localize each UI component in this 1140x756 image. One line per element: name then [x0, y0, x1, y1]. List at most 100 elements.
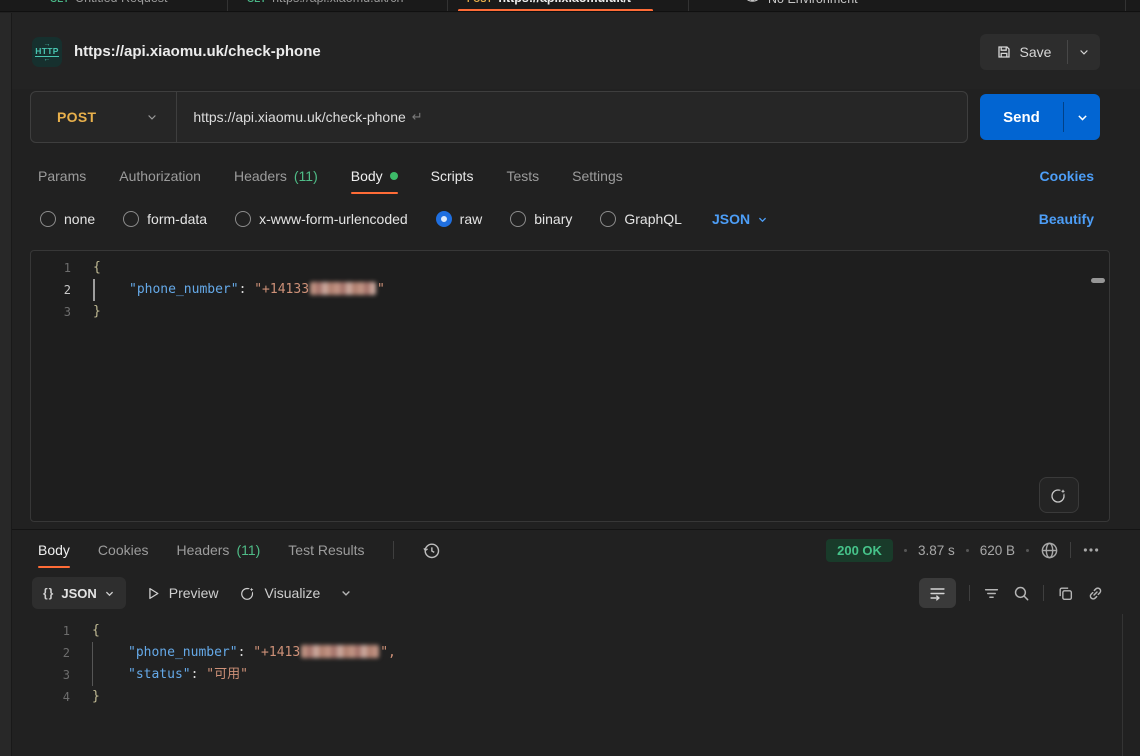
save-icon	[996, 44, 1012, 60]
send-options-button[interactable]	[1064, 94, 1100, 140]
response-meta: 200 OK 3.87 s 620 B	[826, 532, 1100, 568]
tab-tests[interactable]: Tests	[506, 158, 539, 194]
tab-settings[interactable]: Settings	[572, 158, 623, 194]
radio-label: x-www-form-urlencoded	[259, 211, 408, 227]
request-tab-untitled[interactable]: GETUntitled Request	[40, 0, 227, 12]
line-number: 2	[31, 279, 71, 301]
link-icon[interactable]	[1087, 585, 1104, 602]
beautify-link[interactable]: Beautify	[1039, 204, 1094, 234]
code-line: 3 "status": "可用"	[30, 664, 1110, 686]
more-formats-chevron-icon[interactable]	[340, 587, 352, 599]
redacted-phone-number	[310, 282, 376, 295]
response-tab-cookies[interactable]: Cookies	[98, 532, 149, 568]
request-tab-2[interactable]: GEThttps://api.xiaomu.uk/ch	[237, 0, 447, 12]
status-badge[interactable]: 200 OK	[826, 539, 893, 562]
tab-authorization[interactable]: Authorization	[119, 158, 201, 194]
save-button[interactable]: Save	[980, 34, 1067, 70]
code-line: 3 }	[31, 301, 1109, 323]
environment-selector[interactable]: No Environment	[690, 0, 1125, 12]
method-badge-get: GET	[247, 0, 266, 4]
radio-graphql[interactable]: GraphQL	[600, 211, 682, 227]
send-button[interactable]: Send	[980, 94, 1063, 140]
response-options-button[interactable]	[1082, 541, 1100, 559]
modified-dot	[390, 172, 398, 180]
radio-circle	[123, 211, 139, 227]
tab-label: Test Results	[288, 542, 364, 558]
active-tab-underline	[351, 192, 398, 195]
tab-headers[interactable]: Headers (11)	[234, 158, 318, 194]
line-number: 1	[30, 620, 70, 642]
request-body-editor[interactable]: 1 { 2 "phone_number": "+14133" 3 }	[30, 250, 1110, 522]
response-body-viewer[interactable]: 1 { 2 "phone_number": "+1413", 3 "status…	[30, 618, 1110, 708]
headers-count: (11)	[236, 542, 260, 558]
request-tabs: Params Authorization Headers (11) Body S…	[38, 158, 623, 194]
response-tab-headers[interactable]: Headers (11)	[177, 532, 261, 568]
http-request-icon: → HTTP ←	[32, 37, 62, 67]
token-string: "可用"	[206, 667, 248, 682]
token-key: "phone_number"	[129, 282, 239, 297]
return-glyph: ↵	[412, 109, 423, 125]
response-tools-right	[919, 577, 1104, 609]
tab-body[interactable]: Body	[351, 158, 398, 194]
tab-label: Untitled Request	[75, 0, 167, 5]
divider	[393, 541, 394, 559]
token-punct: :	[239, 282, 255, 297]
tab-scripts[interactable]: Scripts	[431, 158, 474, 194]
visualize-button[interactable]: Visualize	[239, 584, 321, 602]
response-toolbar: {} JSON Preview Visualize	[32, 577, 352, 609]
method-selector-caret[interactable]	[146, 111, 158, 123]
search-icon[interactable]	[1013, 585, 1030, 602]
radio-raw[interactable]: raw	[436, 211, 483, 227]
tab-params[interactable]: Params	[38, 158, 86, 194]
postbot-button[interactable]	[1039, 477, 1079, 513]
editor-scrollbar[interactable]	[1091, 278, 1105, 283]
send-button-group: Send	[980, 94, 1100, 140]
preview-label: Preview	[169, 585, 219, 601]
tab-label: Headers	[177, 542, 230, 558]
token-string: "+14133	[254, 282, 309, 297]
raw-language-select[interactable]: JSON	[712, 211, 768, 227]
visualize-label: Visualize	[265, 585, 321, 601]
token-key: "phone_number"	[128, 645, 238, 660]
response-history-button[interactable]	[422, 541, 441, 560]
cookies-link[interactable]: Cookies	[1040, 158, 1094, 194]
curly-braces-icon: {}	[43, 586, 54, 600]
language-label: JSON	[712, 211, 750, 227]
network-info-button[interactable]	[1040, 541, 1059, 560]
wrap-lines-button[interactable]	[919, 578, 956, 608]
left-rail	[0, 13, 12, 756]
radio-circle	[600, 211, 616, 227]
response-size[interactable]: 620 B	[980, 543, 1015, 558]
url-input[interactable]: https://api.xiaomu.uk/check-phone	[193, 109, 405, 125]
tab-label: Settings	[572, 168, 623, 184]
copy-icon[interactable]	[1057, 585, 1074, 602]
save-options-button[interactable]	[1068, 34, 1100, 70]
code-line: 1 {	[30, 620, 1110, 642]
radio-circle	[510, 211, 526, 227]
code-line: 1 {	[31, 257, 1109, 279]
response-tab-test-results[interactable]: Test Results	[288, 532, 364, 568]
radio-label: raw	[460, 211, 483, 227]
tab-label: Cookies	[98, 542, 149, 558]
radio-label: binary	[534, 211, 572, 227]
arrow-left-icon: ←	[44, 57, 51, 62]
method-selector[interactable]: POST	[31, 109, 96, 125]
section-divider	[12, 529, 1140, 530]
radio-x-www-form-urlencoded[interactable]: x-www-form-urlencoded	[235, 211, 408, 227]
divider	[969, 585, 970, 601]
response-time[interactable]: 3.87 s	[918, 543, 955, 558]
filter-icon[interactable]	[983, 585, 1000, 602]
environment-label: No Environment	[768, 0, 858, 6]
response-tab-body[interactable]: Body	[38, 532, 70, 568]
radio-form-data[interactable]: form-data	[123, 211, 207, 227]
radio-label: GraphQL	[624, 211, 682, 227]
response-format-select[interactable]: {} JSON	[32, 577, 126, 609]
request-url-bar: POST https://api.xiaomu.uk/check-phone ↵	[30, 91, 968, 143]
request-title: https://api.xiaomu.uk/check-phone	[74, 13, 321, 89]
token-string: "+1413	[253, 645, 300, 660]
preview-button[interactable]: Preview	[146, 585, 219, 601]
response-scroll-rail[interactable]	[1122, 614, 1123, 756]
line-number: 3	[31, 301, 71, 323]
radio-binary[interactable]: binary	[510, 211, 572, 227]
radio-none[interactable]: none	[40, 211, 95, 227]
